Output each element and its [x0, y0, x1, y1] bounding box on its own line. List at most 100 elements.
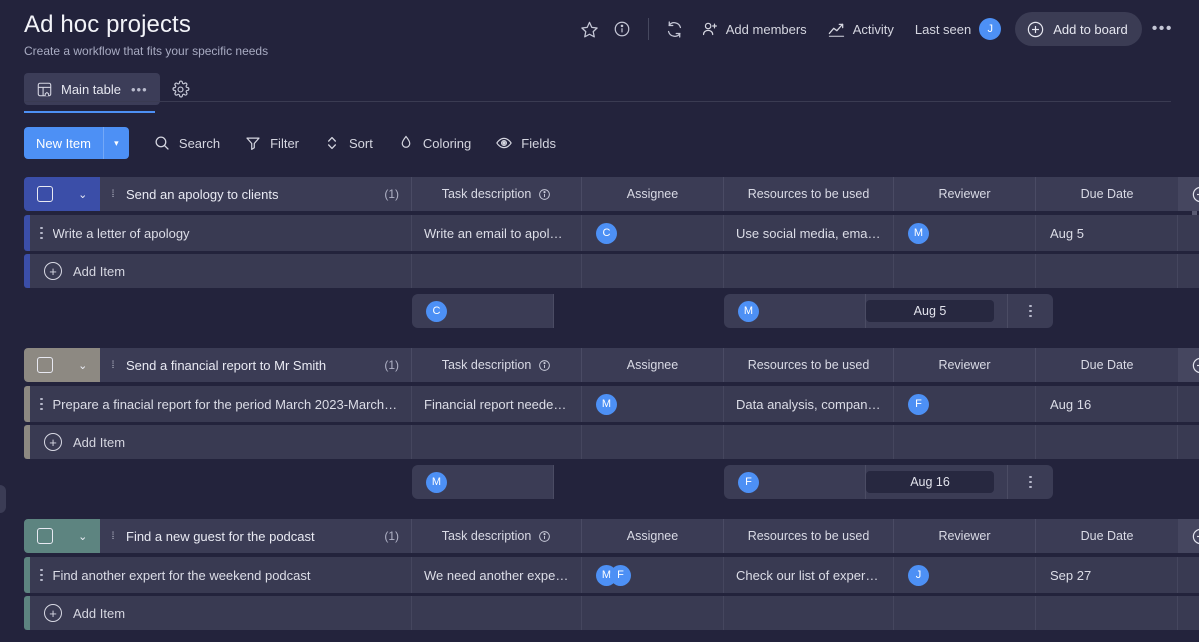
summary-menu-button[interactable] — [1008, 465, 1053, 499]
column-header-description[interactable]: Task description — [412, 519, 582, 553]
group-title-cell[interactable]: ⁞ Send a financial report to Mr Smith (1… — [100, 348, 412, 382]
drag-handle-icon[interactable]: ⁞ — [108, 360, 118, 370]
avatar[interactable]: C — [426, 300, 447, 322]
drag-handle-icon[interactable]: ⁞ — [108, 531, 118, 541]
avatar[interactable]: F — [738, 471, 759, 493]
avatar[interactable]: M — [596, 393, 617, 415]
cell-reviewer[interactable]: F — [894, 386, 1036, 422]
avatar[interactable]: M — [738, 300, 759, 322]
column-header-reviewer[interactable]: Reviewer — [894, 519, 1036, 553]
column-header-description[interactable]: Task description — [412, 348, 582, 382]
cell-item-name[interactable]: Prepare a finacial report for the period… — [30, 386, 412, 422]
cell-assignee[interactable]: M — [582, 386, 724, 422]
cell-assignee[interactable]: M F — [582, 557, 724, 593]
star-icon[interactable] — [575, 14, 605, 44]
avatar[interactable]: F — [610, 564, 631, 586]
group-controls[interactable]: ⌄ — [24, 519, 100, 553]
summary-due-date[interactable]: Aug 16 — [866, 465, 1008, 499]
row-menu-icon[interactable] — [40, 397, 43, 411]
avatar[interactable]: J — [979, 18, 1002, 40]
cell-reviewer[interactable]: J — [894, 557, 1036, 593]
column-header-description[interactable]: Task description — [412, 177, 582, 211]
avatar[interactable]: F — [908, 393, 929, 415]
group-controls[interactable]: ⌄ — [24, 177, 100, 211]
column-header-due-date[interactable]: Due Date — [1036, 348, 1178, 382]
fields-button[interactable]: Fields — [485, 128, 566, 158]
group-checkbox[interactable] — [36, 186, 53, 202]
column-header-due-date[interactable]: Due Date — [1036, 177, 1178, 211]
column-header-resources[interactable]: Resources to be used — [724, 348, 894, 382]
sort-button[interactable]: Sort — [313, 128, 383, 158]
info-icon[interactable] — [607, 14, 637, 44]
summary-assignee[interactable]: M — [412, 465, 554, 499]
cell-description[interactable]: Write an email to apologi… — [412, 215, 582, 251]
group-checkbox[interactable] — [36, 528, 53, 544]
summary-reviewer[interactable]: F — [724, 465, 866, 499]
cell-resources[interactable]: Use social media, email … — [724, 215, 894, 251]
refresh-icon[interactable] — [660, 14, 690, 44]
new-item-button[interactable]: New Item ▾ — [24, 127, 129, 159]
add-item-row[interactable]: + Add Item — [0, 254, 1199, 288]
column-header-assignee[interactable]: Assignee — [582, 348, 724, 382]
search-button[interactable]: Search — [143, 128, 230, 158]
gear-icon[interactable] — [166, 74, 196, 104]
summary-menu-icon[interactable] — [1029, 475, 1032, 489]
summary-menu-icon[interactable] — [1029, 304, 1032, 318]
summary-reviewer[interactable]: M — [724, 294, 866, 328]
board-more-menu-icon[interactable]: ••• — [1144, 20, 1181, 38]
add-column-button[interactable] — [1178, 519, 1199, 553]
cell-due-date[interactable]: Aug 5 — [1036, 215, 1178, 251]
column-header-assignee[interactable]: Assignee — [582, 519, 724, 553]
column-header-reviewer[interactable]: Reviewer — [894, 348, 1036, 382]
add-column-button[interactable] — [1178, 177, 1199, 211]
group-title-cell[interactable]: ⁞ Send an apology to clients (1) — [100, 177, 412, 211]
last-seen[interactable]: Last seen J — [905, 18, 1007, 40]
add-item-row[interactable]: + Add Item — [0, 596, 1199, 630]
table-row[interactable]: Find another expert for the weekend podc… — [0, 557, 1199, 593]
table-row[interactable]: Write a letter of apology Write an email… — [0, 215, 1199, 251]
cell-resources[interactable]: Data analysis, company … — [724, 386, 894, 422]
add-item-button[interactable]: + Add Item — [30, 425, 412, 459]
cell-resources[interactable]: Check our list of experts … — [724, 557, 894, 593]
activity-button[interactable]: Activity — [818, 14, 903, 44]
summary-assignee[interactable]: C — [412, 294, 554, 328]
summary-menu-button[interactable] — [1008, 294, 1053, 328]
cell-description[interactable]: We need another expert t… — [412, 557, 582, 593]
drag-handle-icon[interactable]: ⁞ — [108, 189, 118, 199]
row-menu-icon[interactable] — [40, 568, 43, 582]
add-members-button[interactable]: Add members — [692, 14, 816, 44]
add-to-board-button[interactable]: Add to board — [1015, 12, 1142, 46]
cell-assignee[interactable]: C — [582, 215, 724, 251]
chevron-down-icon[interactable]: ⌄ — [78, 359, 87, 372]
filter-button[interactable]: Filter — [234, 128, 309, 158]
cell-due-date[interactable]: Aug 16 — [1036, 386, 1178, 422]
group-checkbox[interactable] — [36, 357, 53, 373]
add-item-button[interactable]: + Add Item — [30, 596, 412, 630]
avatar[interactable]: M — [426, 471, 447, 493]
column-header-due-date[interactable]: Due Date — [1036, 519, 1178, 553]
row-menu-icon[interactable] — [40, 226, 43, 240]
add-item-row[interactable]: + Add Item — [0, 425, 1199, 459]
cell-description[interactable]: Financial report needed f… — [412, 386, 582, 422]
avatar[interactable]: C — [596, 222, 617, 244]
cell-item-name[interactable]: Find another expert for the weekend podc… — [30, 557, 412, 593]
table-row[interactable]: Prepare a finacial report for the period… — [0, 386, 1199, 422]
group-title-cell[interactable]: ⁞ Find a new guest for the podcast (1) — [100, 519, 412, 553]
cell-item-name[interactable]: Write a letter of apology — [30, 215, 412, 251]
summary-due-date[interactable]: Aug 5 — [866, 294, 1008, 328]
add-item-button[interactable]: + Add Item — [30, 254, 412, 288]
chevron-down-icon[interactable]: ⌄ — [78, 188, 87, 201]
column-header-reviewer[interactable]: Reviewer — [894, 177, 1036, 211]
column-header-resources[interactable]: Resources to be used — [724, 177, 894, 211]
add-column-button[interactable] — [1178, 348, 1199, 382]
cell-reviewer[interactable]: M — [894, 215, 1036, 251]
coloring-button[interactable]: Coloring — [387, 128, 481, 158]
column-header-resources[interactable]: Resources to be used — [724, 519, 894, 553]
avatar[interactable]: M — [908, 222, 929, 244]
chevron-down-icon[interactable]: ▾ — [102, 127, 129, 159]
chevron-down-icon[interactable]: ⌄ — [78, 530, 87, 543]
tab-more-icon[interactable]: ••• — [131, 82, 148, 97]
column-header-assignee[interactable]: Assignee — [582, 177, 724, 211]
cell-due-date[interactable]: Sep 27 — [1036, 557, 1178, 593]
group-controls[interactable]: ⌄ — [24, 348, 100, 382]
